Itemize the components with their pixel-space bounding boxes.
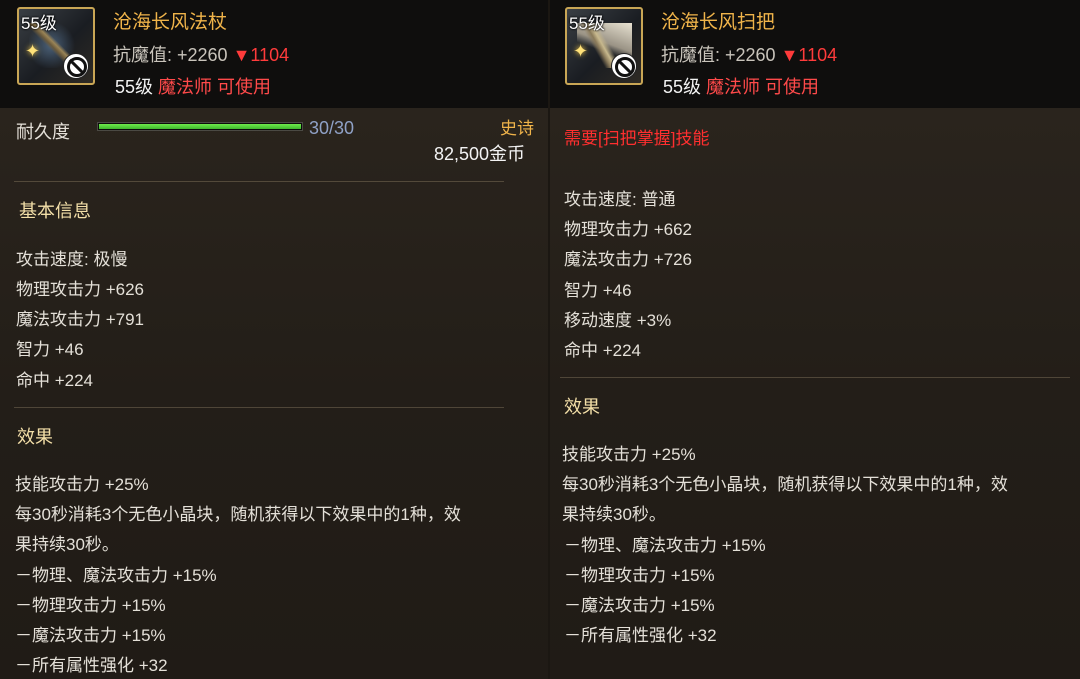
resist-row: 抗魔值: +2260 ▼1104 — [113, 41, 289, 67]
stat-line: 攻击速度: 普通 — [564, 190, 676, 209]
effect-option: －物理攻击力 +15% — [15, 596, 166, 615]
stat-line: 移动速度 +3% — [564, 311, 672, 330]
price: 82,500金币 — [434, 144, 526, 164]
tooltip-staff: 55级 ✦ 沧海长风法杖 抗魔值: +2260 ▼1104 55级 魔法师 可使… — [0, 0, 548, 679]
effect-title: 效果 — [564, 397, 600, 417]
stat-line: 攻击速度: 极慢 — [16, 250, 128, 269]
durability-bar — [97, 122, 303, 131]
effect-line: 每30秒消耗3个无色小晶块，随机获得以下效果中的1种，效 — [562, 475, 1008, 494]
stat-line: 智力 +46 — [564, 281, 632, 300]
staff-icon[interactable]: 55级 ✦ — [17, 7, 95, 85]
tooltip-broom: 55级 ✦ 沧海长风扫把 抗魔值: +2260 ▼1104 55级 魔法师 可使… — [550, 0, 1080, 679]
skill-requirement: 需要[扫把掌握]技能 — [564, 129, 710, 148]
stat-line: 命中 +224 — [16, 371, 94, 390]
effect-line: 技能攻击力 +25% — [15, 475, 149, 494]
divider — [14, 181, 504, 182]
prohibited-icon — [63, 53, 89, 79]
stat-line: 魔法攻击力 +726 — [564, 250, 693, 269]
resist-value: +2260 — [725, 45, 776, 65]
item-name: 沧海长风法杖 — [113, 12, 228, 33]
effect-line: 果持续30秒。 — [562, 505, 666, 524]
requirement-row: 55级 魔法师 可使用 — [115, 73, 271, 99]
effect-option: －物理攻击力 +15% — [564, 566, 715, 585]
effect-title: 效果 — [17, 427, 53, 447]
effect-option: －物理、魔法攻击力 +15% — [15, 566, 217, 585]
stat-line: 物理攻击力 +662 — [564, 220, 693, 239]
resist-value: +2260 — [177, 45, 228, 65]
req-class: 魔法师 可使用 — [158, 77, 272, 97]
req-level: 55级 — [115, 77, 154, 97]
item-name: 沧海长风扫把 — [661, 12, 776, 33]
durability-fill — [99, 124, 301, 129]
resist-label: 抗魔值: — [113, 45, 178, 65]
resist-diff: ▼1104 — [780, 45, 838, 65]
stat-line: 智力 +46 — [16, 340, 84, 359]
stat-line: 命中 +224 — [564, 341, 642, 360]
resist-row: 抗魔值: +2260 ▼1104 — [661, 41, 837, 67]
divider — [14, 407, 504, 408]
effect-option: －所有属性强化 +32 — [564, 626, 717, 645]
effect-line: 每30秒消耗3个无色小晶块，随机获得以下效果中的1种，效 — [15, 505, 461, 524]
req-level: 55级 — [663, 77, 702, 97]
resist-diff: ▼1104 — [232, 45, 290, 65]
tooltip-comparison: 55级 ✦ 沧海长风法杖 抗魔值: +2260 ▼1104 55级 魔法师 可使… — [0, 0, 1080, 679]
effect-option: －所有属性强化 +32 — [15, 656, 168, 675]
grade-label: 史诗 — [500, 119, 534, 138]
requirement-row: 55级 魔法师 可使用 — [663, 73, 819, 99]
durability-label: 耐久度 — [16, 122, 70, 142]
effect-option: －物理、魔法攻击力 +15% — [564, 536, 766, 555]
prohibited-icon — [611, 53, 637, 79]
broom-icon[interactable]: 55级 ✦ — [565, 7, 643, 85]
divider — [560, 377, 1070, 378]
req-class: 魔法师 可使用 — [706, 77, 820, 97]
level-badge: 55级 — [569, 14, 605, 33]
effect-line: 技能攻击力 +25% — [562, 445, 696, 464]
durability-value: 30/30 — [309, 118, 355, 138]
basic-info-title: 基本信息 — [19, 201, 91, 221]
sparkle-icon: ✦ — [25, 41, 41, 61]
effect-option: －魔法攻击力 +15% — [564, 596, 715, 615]
stat-line: 物理攻击力 +626 — [16, 280, 145, 299]
resist-label: 抗魔值: — [661, 45, 726, 65]
level-badge: 55级 — [21, 14, 57, 33]
sparkle-icon: ✦ — [573, 41, 589, 61]
effect-option: －魔法攻击力 +15% — [15, 626, 166, 645]
stat-line: 魔法攻击力 +791 — [16, 310, 145, 329]
effect-line: 果持续30秒。 — [15, 535, 119, 554]
